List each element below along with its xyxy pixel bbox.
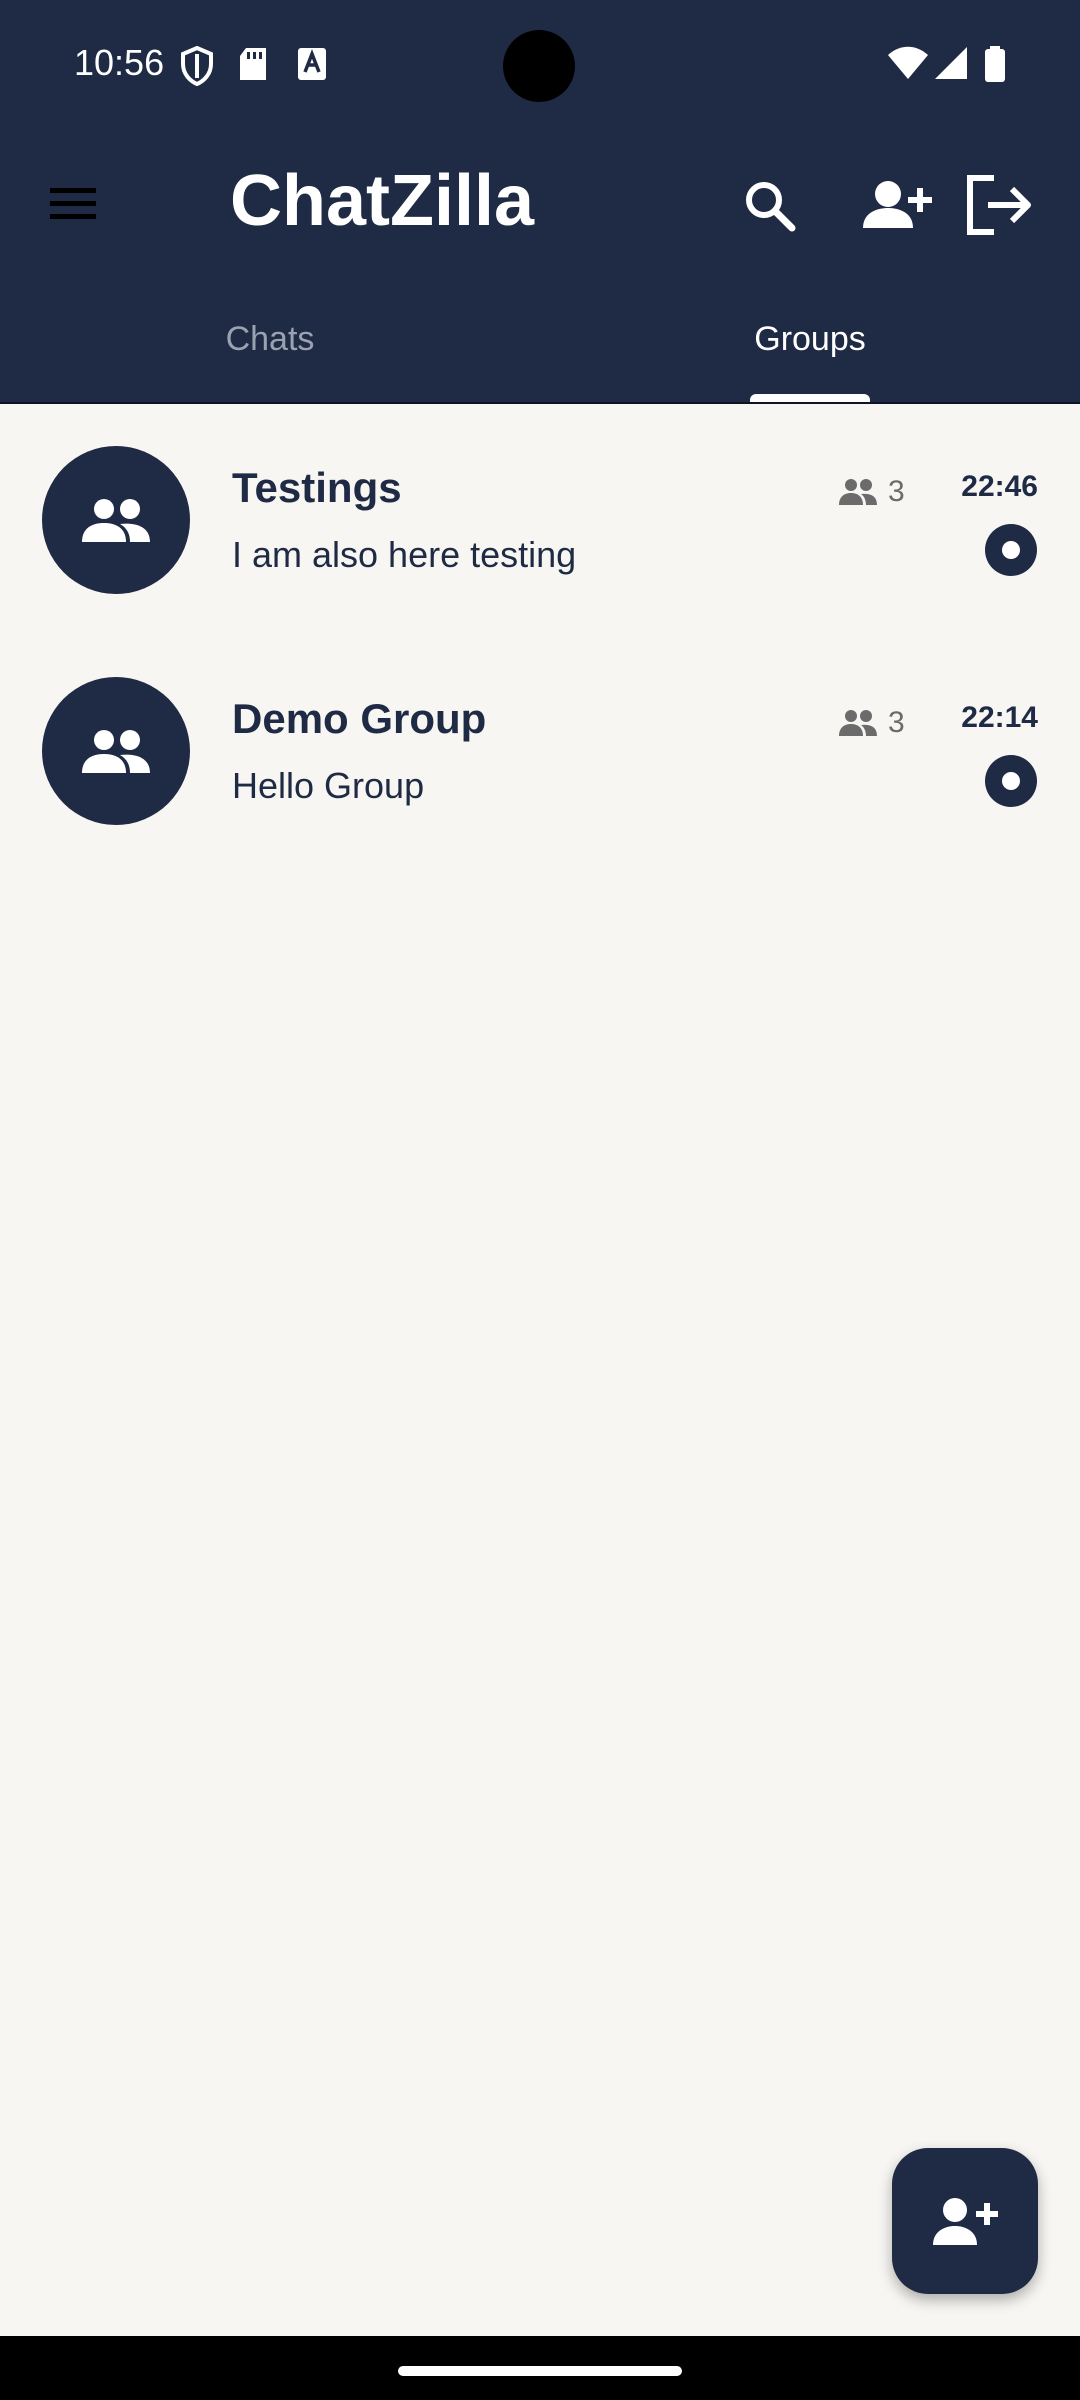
member-count: 3 (838, 472, 905, 512)
group-name: Demo Group (232, 695, 487, 742)
member-count: 3 (838, 703, 905, 743)
group-avatar (42, 446, 190, 594)
battery-icon (985, 46, 1005, 82)
members-icon (839, 710, 877, 736)
tab-bar: Chats Groups (0, 280, 1080, 402)
toolbar: ChatZilla (0, 130, 1080, 280)
member-count-value: 3 (888, 475, 905, 508)
search-icon[interactable] (740, 170, 800, 240)
sd-card-icon (240, 48, 266, 80)
signal-icon (935, 47, 967, 79)
camera-cutout (503, 30, 575, 102)
person-add-icon[interactable] (858, 170, 932, 240)
message-time: 22:46 (961, 470, 1038, 503)
group-name: Testings (232, 464, 402, 511)
group-row-testings[interactable]: Testings I am also here testing 3 22:46 (0, 446, 1080, 646)
app-bar: 10:56 ChatZilla Chats Groups (0, 0, 1080, 404)
keyboard-a-icon (298, 48, 326, 80)
home-gesture-handle[interactable] (398, 2366, 682, 2376)
tab-groups[interactable]: Groups (540, 280, 1080, 402)
new-group-fab[interactable] (892, 2148, 1038, 2294)
message-time: 22:14 (961, 701, 1038, 734)
tab-chats[interactable]: Chats (0, 280, 540, 402)
shield-icon (181, 46, 213, 86)
status-bar: 10:56 (0, 0, 1080, 130)
tab-indicator (750, 394, 870, 402)
status-time: 10:56 (74, 42, 165, 83)
menu-icon[interactable] (40, 176, 106, 232)
unread-indicator (985, 755, 1037, 807)
person-add-icon (933, 2198, 998, 2245)
wifi-icon (888, 46, 928, 79)
group-avatar (42, 677, 190, 825)
last-message: I am also here testing (232, 534, 577, 575)
app-title: ChatZilla (230, 161, 535, 241)
group-row-demo-group[interactable]: Demo Group Hello Group 3 22:14 (0, 677, 1080, 877)
group-icon (82, 499, 150, 542)
member-count-value: 3 (888, 706, 905, 739)
members-icon (839, 479, 877, 505)
last-message: Hello Group (232, 765, 425, 806)
group-icon (82, 730, 150, 773)
unread-indicator (985, 524, 1037, 576)
logout-icon[interactable] (962, 170, 1036, 240)
